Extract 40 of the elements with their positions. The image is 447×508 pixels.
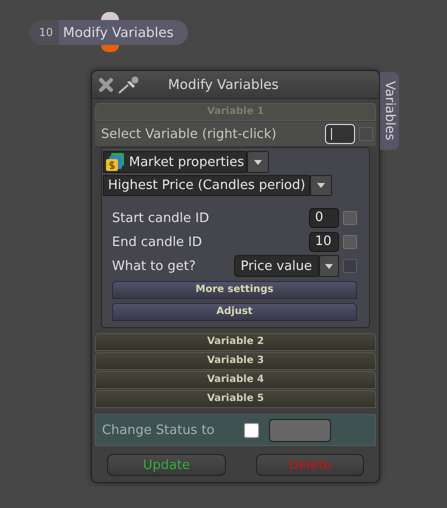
node-title: Modify Variables (62, 24, 174, 40)
checkbox[interactable] (343, 259, 357, 273)
output-port[interactable] (101, 45, 119, 52)
dropdown-button[interactable] (319, 255, 339, 277)
input-port[interactable] (101, 12, 119, 20)
action-button[interactable]: More settings (112, 281, 357, 299)
caret-icon (317, 183, 326, 188)
pin-icon (118, 76, 140, 94)
dropdown[interactable]: Market properties (103, 151, 248, 173)
dropdown[interactable]: Highest Price (Candles period) (103, 175, 310, 196)
close-button[interactable] (98, 76, 114, 92)
node-number: 10 (30, 20, 59, 45)
checkbox[interactable] (244, 422, 259, 438)
caret-icon (325, 264, 333, 268)
status-label: Change Status to (102, 422, 216, 438)
field-label: Start candle ID (112, 210, 210, 226)
side-tab[interactable]: Variables (380, 72, 399, 150)
input-field[interactable] (269, 418, 331, 442)
section-header[interactable]: Variable 5 (95, 390, 376, 408)
section-header[interactable]: Variable 4 (95, 371, 376, 389)
pin-button[interactable] (118, 76, 140, 94)
money-icon (105, 152, 125, 172)
window-title: Modify Variables (168, 76, 279, 92)
dropdown-button[interactable] (247, 151, 270, 173)
section-header[interactable]: Variable 2 (95, 333, 376, 351)
checkbox[interactable] (343, 235, 357, 249)
select-label: Select Variable (right-click) (101, 126, 278, 142)
checkbox[interactable] (343, 211, 357, 225)
action-button[interactable]: Adjust (112, 303, 357, 321)
close-icon (98, 76, 114, 92)
input-field[interactable]: 0 (309, 208, 339, 228)
caret-icon (254, 160, 262, 164)
field-label: End candle ID (112, 234, 202, 250)
input-field[interactable]: 10 (309, 232, 339, 252)
node[interactable]: 10 Modify Variables (30, 20, 188, 45)
update-button[interactable]: Update (107, 454, 226, 476)
dropdown[interactable]: Price value (234, 255, 319, 277)
dropdown-button[interactable] (310, 175, 332, 196)
field-label: What to get? (112, 258, 196, 274)
section-header[interactable]: Variable 3 (95, 352, 376, 370)
